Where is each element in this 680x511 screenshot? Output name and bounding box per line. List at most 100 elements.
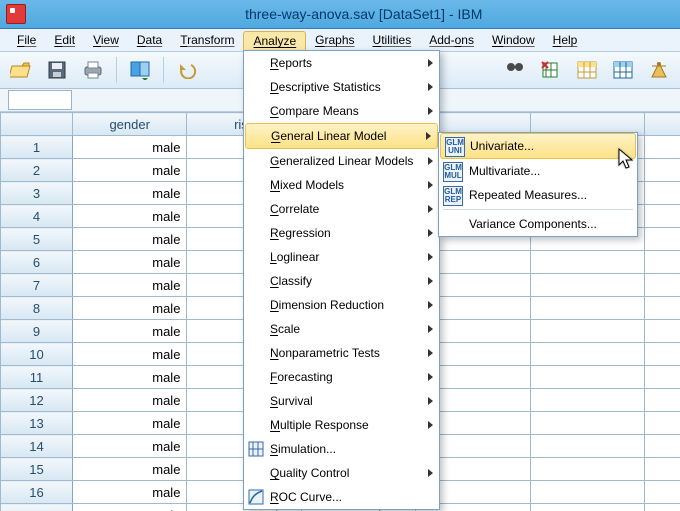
row-header[interactable]: 4 <box>1 205 73 228</box>
weight-cases-button[interactable] <box>644 56 674 84</box>
cell[interactable] <box>530 435 645 458</box>
cell[interactable] <box>645 205 680 228</box>
glm-item-multivariate[interactable]: GLM MULMultivariate... <box>439 159 637 183</box>
cell-reference-box[interactable] <box>8 90 72 110</box>
cell[interactable] <box>530 366 645 389</box>
row-header[interactable]: 9 <box>1 320 73 343</box>
cell[interactable] <box>530 458 645 481</box>
row-header[interactable]: 16 <box>1 481 73 504</box>
analyze-item-descriptive-statistics[interactable]: Descriptive Statistics <box>244 75 439 99</box>
cell[interactable]: male <box>72 251 187 274</box>
cell[interactable]: male <box>72 159 187 182</box>
analyze-item-loglinear[interactable]: Loglinear <box>244 245 439 269</box>
row-header[interactable]: 11 <box>1 366 73 389</box>
menu-window[interactable]: Window <box>483 31 544 49</box>
cell[interactable]: male <box>72 458 187 481</box>
cell[interactable] <box>530 320 645 343</box>
cell[interactable] <box>530 504 645 511</box>
open-button[interactable] <box>6 56 36 84</box>
row-header[interactable]: 2 <box>1 159 73 182</box>
row-header[interactable]: 7 <box>1 274 73 297</box>
cell[interactable] <box>645 435 680 458</box>
cell[interactable] <box>645 320 680 343</box>
analyze-item-roc-curve[interactable]: ROC Curve... <box>244 485 439 509</box>
analyze-item-regression[interactable]: Regression <box>244 221 439 245</box>
menu-graphs[interactable]: Graphs <box>306 31 363 49</box>
row-header[interactable]: 14 <box>1 435 73 458</box>
cell[interactable]: male <box>72 228 187 251</box>
analyze-item-reports[interactable]: Reports <box>244 51 439 75</box>
cell[interactable] <box>645 458 680 481</box>
save-button[interactable] <box>42 56 72 84</box>
goto-variable-button[interactable] <box>572 56 602 84</box>
cell[interactable]: male <box>72 481 187 504</box>
row-header[interactable]: 15 <box>1 458 73 481</box>
print-button[interactable] <box>78 56 108 84</box>
cell[interactable]: male <box>72 205 187 228</box>
analyze-item-correlate[interactable]: Correlate <box>244 197 439 221</box>
insert-cases-button[interactable] <box>536 56 566 84</box>
cell[interactable]: male <box>72 504 187 511</box>
cell[interactable]: male <box>72 136 187 159</box>
cell[interactable] <box>645 159 680 182</box>
row-header[interactable] <box>1 504 73 511</box>
cell[interactable]: male <box>72 274 187 297</box>
menu-utilities[interactable]: Utilities <box>364 31 421 49</box>
cell[interactable]: male <box>72 297 187 320</box>
cell[interactable] <box>530 297 645 320</box>
cell[interactable]: male <box>72 389 187 412</box>
menu-data[interactable]: Data <box>128 31 171 49</box>
cell[interactable] <box>530 343 645 366</box>
corner-cell[interactable] <box>1 113 73 136</box>
cell[interactable] <box>645 228 680 251</box>
row-header[interactable]: 6 <box>1 251 73 274</box>
cell[interactable] <box>645 504 680 511</box>
cell[interactable]: male <box>72 412 187 435</box>
cell[interactable]: male <box>72 366 187 389</box>
row-header[interactable]: 8 <box>1 297 73 320</box>
menu-transform[interactable]: Transform <box>171 31 243 49</box>
cell[interactable]: male <box>72 343 187 366</box>
menu-help[interactable]: Help <box>544 31 587 49</box>
glm-item-univariate[interactable]: GLM UNIUnivariate... <box>440 133 636 159</box>
analyze-item-survival[interactable]: Survival <box>244 389 439 413</box>
analyze-item-multiple-response[interactable]: Multiple Response <box>244 413 439 437</box>
find-button[interactable] <box>500 56 530 84</box>
cell[interactable] <box>530 481 645 504</box>
cell[interactable] <box>645 136 680 159</box>
row-header[interactable]: 12 <box>1 389 73 412</box>
column-header[interactable]: va <box>645 113 680 136</box>
cell[interactable] <box>645 182 680 205</box>
cell[interactable] <box>645 366 680 389</box>
cell[interactable] <box>645 389 680 412</box>
analyze-item-compare-means[interactable]: Compare Means <box>244 99 439 123</box>
value-labels-button[interactable] <box>608 56 638 84</box>
analyze-item-forecasting[interactable]: Forecasting <box>244 365 439 389</box>
analyze-item-nonparametric-tests[interactable]: Nonparametric Tests <box>244 341 439 365</box>
row-header[interactable]: 1 <box>1 136 73 159</box>
row-header[interactable]: 13 <box>1 412 73 435</box>
cell[interactable] <box>645 274 680 297</box>
cell[interactable] <box>645 343 680 366</box>
analyze-item-dimension-reduction[interactable]: Dimension Reduction <box>244 293 439 317</box>
cell[interactable]: male <box>72 182 187 205</box>
glm-item-variance-components[interactable]: Variance Components... <box>439 212 637 236</box>
cell[interactable] <box>645 412 680 435</box>
analyze-item-mixed-models[interactable]: Mixed Models <box>244 173 439 197</box>
cell[interactable] <box>645 297 680 320</box>
undo-button[interactable] <box>172 56 202 84</box>
cell[interactable]: male <box>72 320 187 343</box>
cell[interactable] <box>530 251 645 274</box>
analyze-item-classify[interactable]: Classify <box>244 269 439 293</box>
analyze-item-generalized-linear-models[interactable]: Generalized Linear Models <box>244 149 439 173</box>
cell[interactable] <box>530 274 645 297</box>
glm-item-repeated-measures[interactable]: GLM REPRepeated Measures... <box>439 183 637 207</box>
menu-view[interactable]: View <box>84 31 128 49</box>
menu-file[interactable]: File <box>8 31 45 49</box>
cell[interactable]: male <box>72 435 187 458</box>
cell[interactable] <box>530 412 645 435</box>
menu-analyze[interactable]: Analyze <box>243 31 306 50</box>
cell[interactable] <box>645 481 680 504</box>
row-header[interactable]: 10 <box>1 343 73 366</box>
menu-add-ons[interactable]: Add-ons <box>420 31 483 49</box>
